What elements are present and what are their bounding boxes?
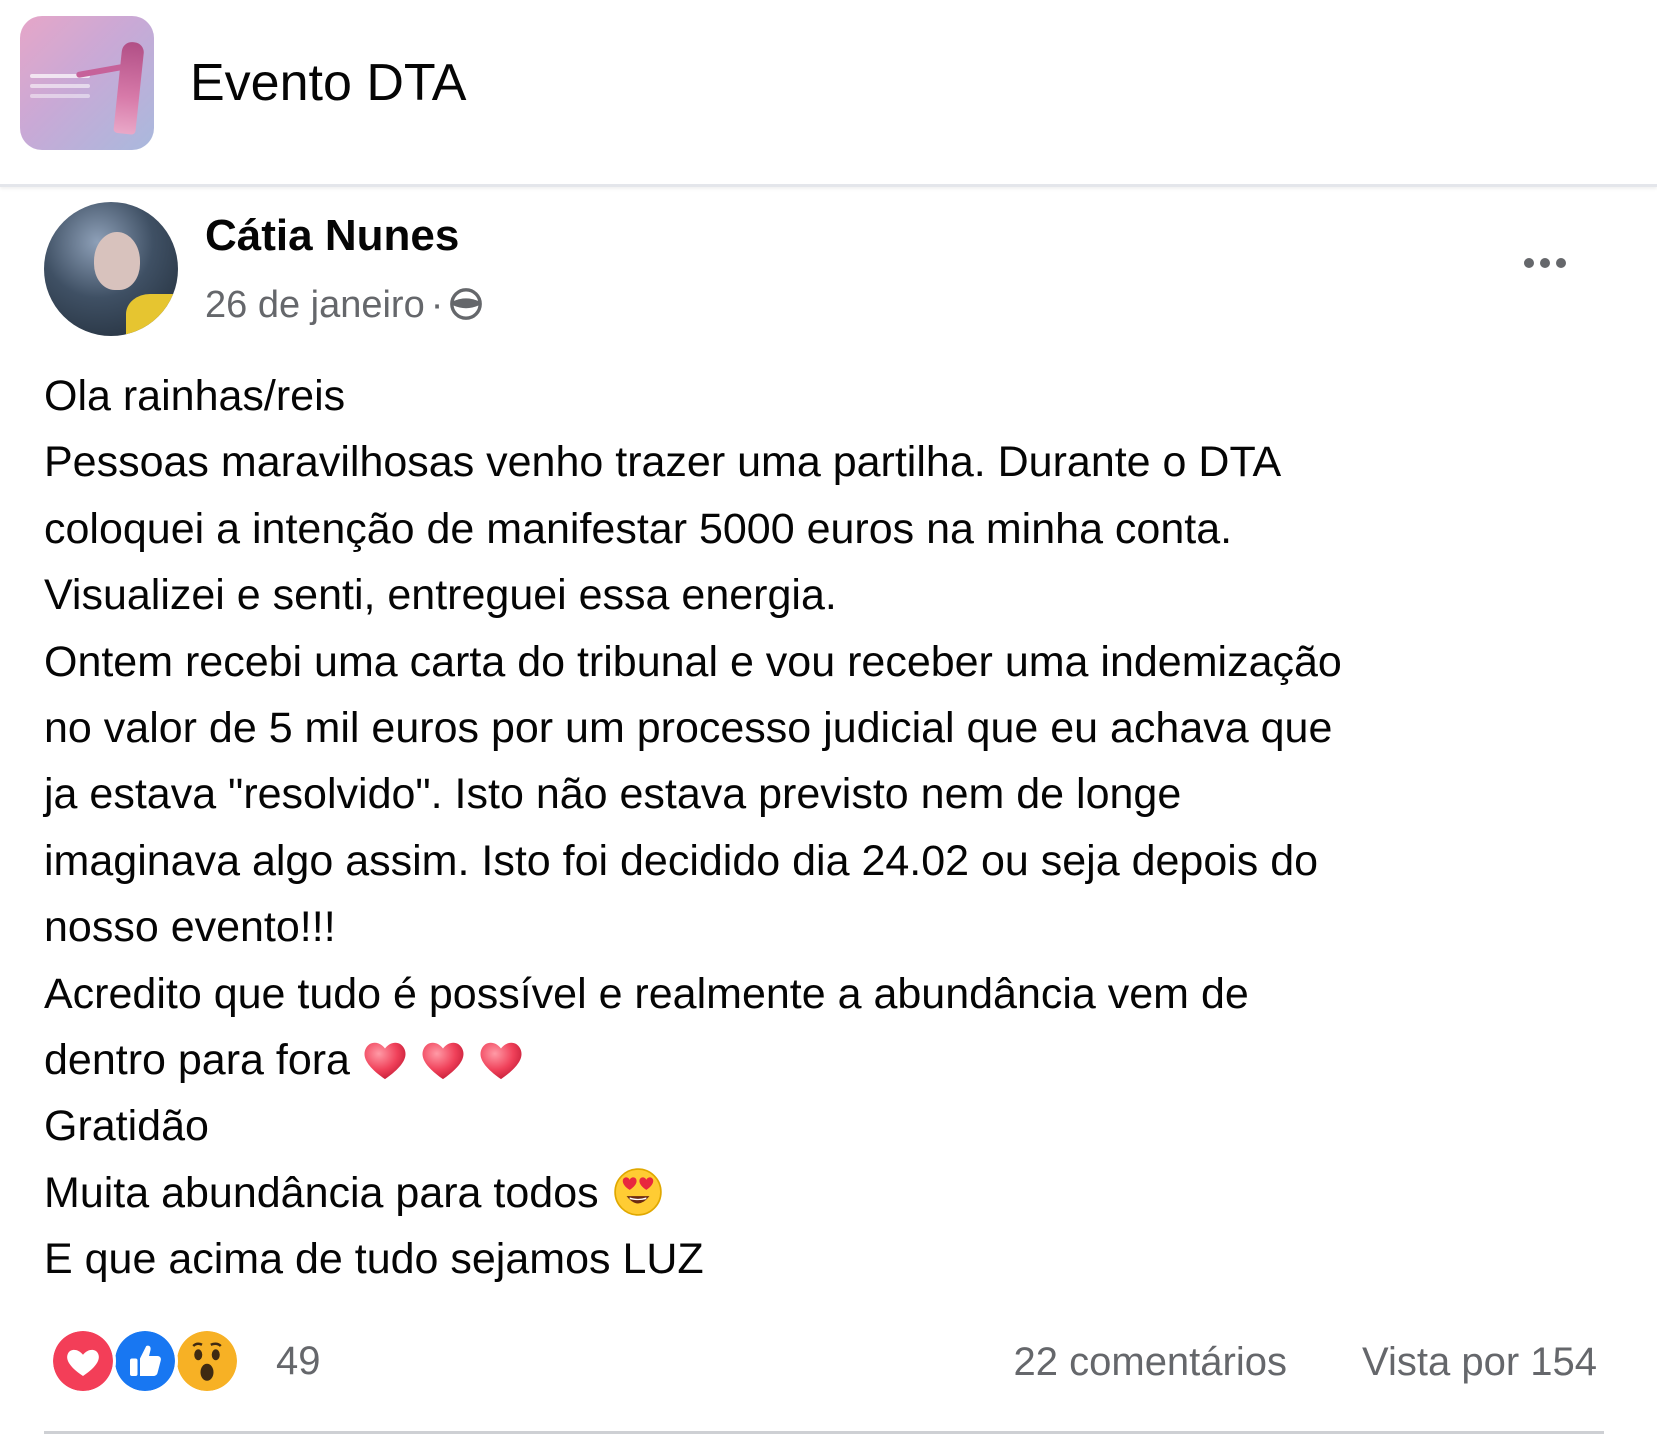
group-cover-thumbnail[interactable] [20,16,154,150]
heart-eyes-emoji [613,1168,662,1216]
post-text: Ola rainhas/reis Pessoas maravilhosas ve… [44,363,1624,1293]
post-line: ja estava "resolvido". Isto não estava p… [44,770,1182,819]
post-line: coloquei a intenção de manifestar 5000 e… [44,504,1233,553]
post-line: no valor de 5 mil euros por um processo … [44,704,1333,753]
love-reaction-icon [50,1328,116,1394]
post-line-with-emoji: Muita abundância para todos [44,1160,1624,1226]
post-line-with-hearts: dentro para fora [44,1027,1624,1093]
heart-emoji [480,1042,522,1080]
author-avatar[interactable] [44,202,178,336]
post-line: imaginava algo assim. Isto foi decidido … [44,836,1319,885]
reactions-summary[interactable]: 49 [50,1328,321,1394]
meta-separator: · [430,284,444,326]
more-options-dot [1540,258,1550,268]
post-line: Gratidão [44,1102,209,1151]
post-line-text: dentro para fora [44,1036,350,1085]
group-header: Evento DTA [0,0,1657,187]
thumbnail-figure [113,41,145,135]
views-count: Vista por 154 [1362,1340,1597,1384]
globe-icon [450,288,483,320]
post-line-text: Muita abundância para todos [44,1168,599,1217]
heart-emoji [422,1042,464,1080]
group-name[interactable]: Evento DTA [190,48,466,118]
more-options-button[interactable] [1510,238,1580,288]
post-line: Acredito que tudo é possível e realmente… [44,969,1249,1018]
like-reaction-icon [112,1328,178,1394]
comments-count-link[interactable]: 22 comentários [1014,1336,1287,1388]
post-line: Ola rainhas/reis [44,372,346,420]
author-name[interactable]: Cátia Nunes [205,208,459,264]
more-options-dot [1556,258,1566,268]
post-line: E que acima de tudo sejamos LUZ [44,1235,704,1284]
heart-emoji [364,1042,406,1080]
post-line: Ontem recebi uma carta do tribunal e vou… [44,637,1342,686]
post-line: Visualizei e senti, entreguei essa energ… [44,571,837,620]
reaction-count: 49 [276,1338,321,1383]
post-meta: 26 de janeiro · [205,280,483,330]
avatar-face [94,232,140,290]
thumbnail-figure-arm [75,63,125,79]
avatar-shoulder [126,294,178,336]
footer-divider [44,1431,1604,1434]
more-options-icon [1524,258,1534,268]
facebook-post-page: Evento DTA Cátia Nunes 26 de janeiro · Ol… [0,0,1657,1440]
post-date[interactable]: 26 de janeiro [205,284,425,326]
post-line: nosso evento!!! [44,903,336,952]
post-line: Pessoas maravilhosas venho trazer uma pa… [44,438,1282,487]
wow-reaction-icon [174,1328,240,1394]
